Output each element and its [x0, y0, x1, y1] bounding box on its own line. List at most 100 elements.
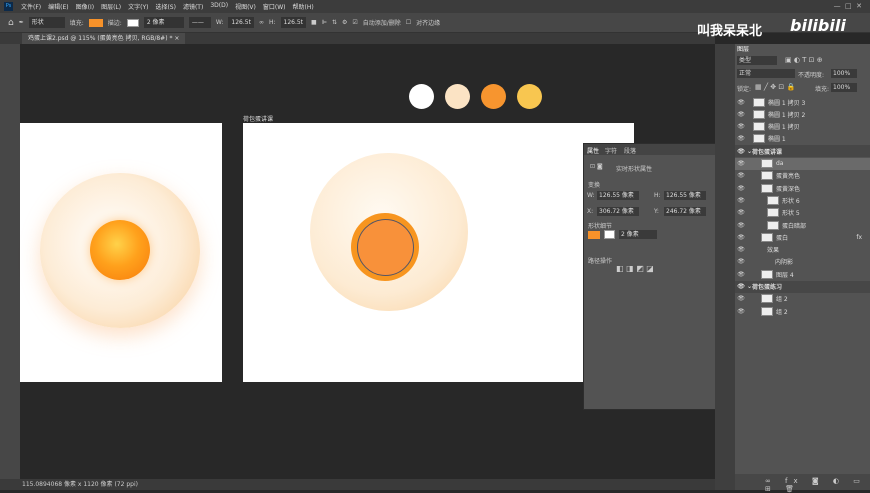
- color-swatch[interactable]: [445, 84, 470, 109]
- pen-tool-icon[interactable]: ✒: [19, 19, 24, 26]
- eye-icon[interactable]: 👁: [735, 234, 747, 241]
- eye-icon[interactable]: 👁: [735, 135, 747, 142]
- gear-icon[interactable]: ⚙: [342, 19, 347, 26]
- w-field[interactable]: 126.55 像素: [597, 191, 639, 200]
- layer-row[interactable]: 👁 图层 4: [735, 268, 870, 280]
- menu-item[interactable]: 图像(I): [76, 2, 94, 11]
- menu-item[interactable]: 视图(V): [235, 2, 256, 11]
- opacity-field[interactable]: 100%: [831, 69, 857, 78]
- color-swatch[interactable]: [481, 84, 506, 109]
- auto-add-checkbox[interactable]: ☑: [352, 19, 357, 26]
- h-field[interactable]: 126.55 像素: [664, 191, 706, 200]
- eye-icon[interactable]: 👁: [735, 185, 747, 192]
- menu-item[interactable]: 文字(Y): [128, 2, 148, 11]
- mode-select[interactable]: 形状: [28, 17, 65, 28]
- eye-icon[interactable]: 👁: [735, 222, 747, 229]
- eye-icon[interactable]: 👁: [735, 209, 747, 216]
- eye-icon[interactable]: 👁: [735, 123, 747, 130]
- eye-icon[interactable]: 👁: [735, 111, 747, 118]
- eye-icon[interactable]: 👁: [735, 148, 747, 155]
- document-tab[interactable]: 鸡蛋上课2.psd @ 115% (蛋黄亮色 拷贝, RGB/8#) * ×: [22, 33, 186, 44]
- window-controls[interactable]: — □ ✕: [834, 2, 862, 10]
- layer-row[interactable]: 👁 椭圆 1 拷贝 2: [735, 108, 870, 120]
- eye-icon[interactable]: 👁: [735, 160, 747, 167]
- menu-item[interactable]: 3D(D): [210, 2, 228, 11]
- home-icon[interactable]: ⌂: [8, 18, 14, 28]
- stroke-swatch[interactable]: [126, 18, 139, 27]
- panel-dock-icons[interactable]: [715, 44, 735, 490]
- tab-paragraph[interactable]: 段落: [624, 146, 636, 155]
- eye-icon[interactable]: 👁: [735, 308, 747, 315]
- h-field[interactable]: 126.5t: [280, 17, 307, 28]
- menu-item[interactable]: 帮助(H): [293, 2, 314, 11]
- path-ops-icon[interactable]: ■: [311, 19, 317, 26]
- align-edges-checkbox[interactable]: ☐: [406, 19, 411, 26]
- tools-panel: [0, 44, 20, 479]
- selected-ellipse[interactable]: [357, 219, 414, 276]
- w-field[interactable]: 126.5t: [228, 17, 254, 28]
- transform-section[interactable]: 变换: [588, 180, 600, 189]
- layer-row[interactable]: 👁 da: [735, 157, 870, 170]
- color-swatch[interactable]: [517, 84, 542, 109]
- layer-row[interactable]: 👁 椭圆 1 拷贝: [735, 121, 870, 133]
- layer-filter-select[interactable]: 类型: [737, 56, 777, 65]
- lock-icons[interactable]: ▦ ╱ ✥ ⊡ 🔒: [755, 83, 795, 91]
- stroke-style-select[interactable]: ——: [188, 17, 211, 28]
- layer-row[interactable]: 👁 效果: [735, 244, 870, 256]
- layer-row[interactable]: 👁 椭圆 1 拷贝 3: [735, 96, 870, 108]
- tab-character[interactable]: 字符: [605, 146, 617, 155]
- link-icon[interactable]: ∞: [259, 19, 264, 26]
- eye-icon[interactable]: 👁: [735, 283, 747, 290]
- w-label: W:: [587, 192, 595, 199]
- artboard-left[interactable]: [20, 123, 222, 382]
- shape-stroke-swatch[interactable]: [604, 230, 615, 239]
- layer-row[interactable]: 👁 蛋白 fx: [735, 231, 870, 243]
- fill-swatch[interactable]: [88, 18, 103, 27]
- layer-row[interactable]: 👁 椭圆 1: [735, 133, 870, 145]
- menu-item[interactable]: 文件(F): [21, 2, 41, 11]
- tab-layers[interactable]: 图层: [737, 44, 749, 53]
- artboard-label[interactable]: 荷包蛋讲课: [243, 114, 273, 123]
- shape-fill-swatch[interactable]: [588, 231, 600, 239]
- path-arrange-icon[interactable]: ⇅: [332, 19, 337, 26]
- x-field[interactable]: 306.72 像素: [597, 207, 639, 216]
- tab-properties[interactable]: 属性: [587, 146, 599, 155]
- menu-item[interactable]: 滤镜(T): [183, 2, 203, 11]
- y-field[interactable]: 246.72 像素: [664, 207, 706, 216]
- layers-footer-buttons[interactable]: ∞ fx ◙ ◐ ▭ ⊞ 🗑: [735, 474, 870, 493]
- path-ops-buttons[interactable]: ◧ ◨ ◩ ◪: [616, 264, 654, 273]
- layer-row[interactable]: 👁 形状 5: [735, 207, 870, 219]
- layer-group[interactable]: 👁 ⌄ 荷包蛋讲课: [735, 145, 870, 158]
- layer-row[interactable]: 👁 组 2: [735, 293, 870, 305]
- layer-row[interactable]: 👁 蛋黄深色: [735, 182, 870, 194]
- eye-icon[interactable]: 👁: [735, 271, 747, 278]
- fill-field[interactable]: 100%: [831, 83, 857, 92]
- eye-icon[interactable]: 👁: [735, 295, 747, 302]
- layer-thumbnail: [753, 109, 765, 119]
- layer-row[interactable]: 👁 蛋黄亮色: [735, 170, 870, 182]
- menu-item[interactable]: 窗口(W): [263, 2, 286, 11]
- layer-row[interactable]: 👁 内阴影: [735, 256, 870, 268]
- stroke-width-field[interactable]: 2 像素: [143, 17, 184, 28]
- eye-icon[interactable]: 👁: [735, 246, 747, 253]
- stroke-width-field[interactable]: 2 像素: [619, 230, 657, 239]
- path-align-icon[interactable]: ⊫: [322, 19, 327, 26]
- color-swatch[interactable]: [409, 84, 434, 109]
- artboard-main[interactable]: [243, 123, 634, 382]
- eye-icon[interactable]: 👁: [735, 258, 747, 265]
- menu-item[interactable]: 编辑(E): [48, 2, 68, 11]
- eye-icon[interactable]: 👁: [735, 197, 747, 204]
- layer-filter-icons[interactable]: ▣ ◐ T ⊡ ⊕: [785, 56, 823, 64]
- layer-group[interactable]: 👁 ⌄ 荷包蛋练习: [735, 280, 870, 293]
- blend-mode-select[interactable]: 正常: [737, 69, 795, 78]
- layer-row[interactable]: 👁 组 2: [735, 305, 870, 317]
- eye-icon[interactable]: 👁: [735, 172, 747, 179]
- fx-icon[interactable]: fx: [856, 234, 862, 241]
- eye-icon[interactable]: 👁: [735, 99, 747, 106]
- layer-row[interactable]: 👁 形状 6: [735, 194, 870, 206]
- menu-item[interactable]: 图层(L): [101, 2, 121, 11]
- path-ops-section[interactable]: 路径操作: [588, 256, 612, 265]
- menu-item[interactable]: 选择(S): [155, 2, 176, 11]
- shape-details-section[interactable]: 形状细节: [588, 221, 612, 230]
- layer-row[interactable]: 👁 蛋白暗部: [735, 219, 870, 231]
